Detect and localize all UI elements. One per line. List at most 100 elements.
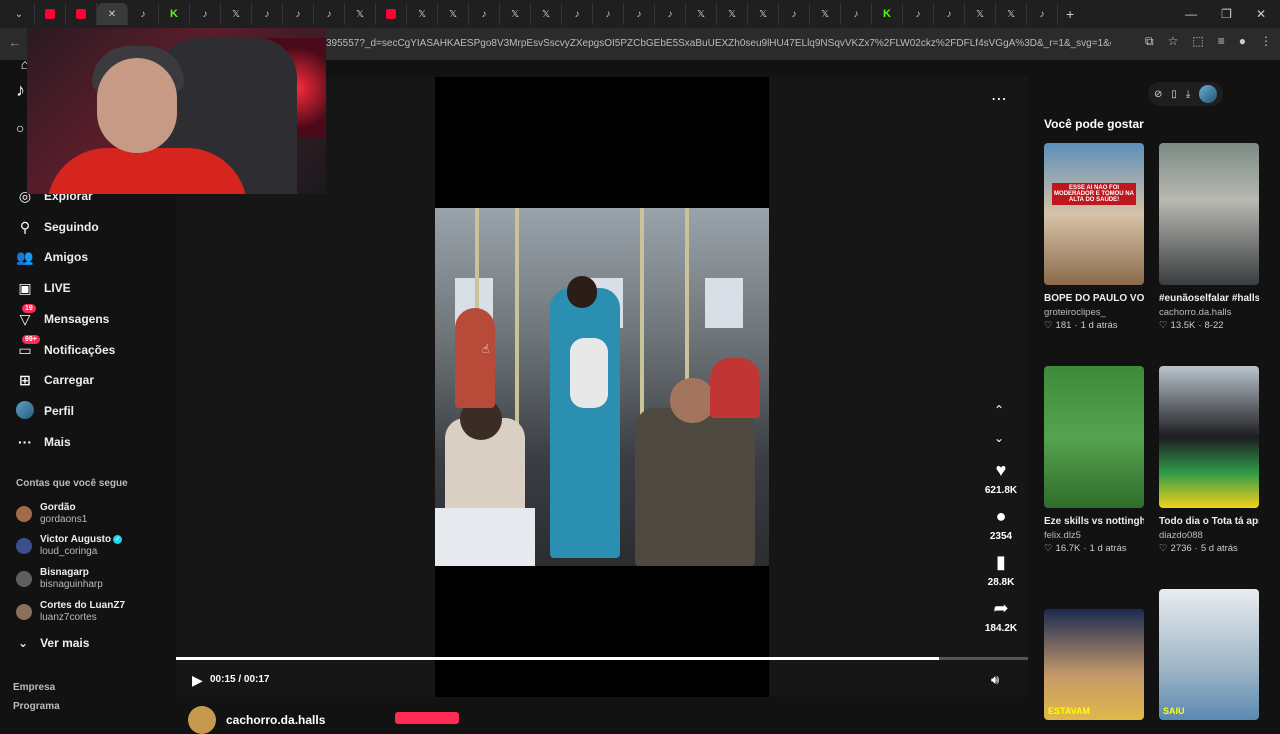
browser-tab[interactable]: ♪ — [593, 3, 624, 25]
bookmark-icon: ▮ — [996, 552, 1006, 572]
browser-tab[interactable]: 𝕏 — [717, 3, 748, 25]
thumbnail[interactable]: ESSE AI NAO FOI MODERADOR E TOMOU NA ALT… — [1044, 143, 1144, 285]
kebab-menu-icon[interactable]: ⋮ — [1260, 34, 1272, 49]
browser-tab[interactable]: ♪ — [283, 3, 314, 25]
sidebar-item-notificacoes[interactable]: ▭ 99+ Notificações — [16, 334, 115, 362]
recommendation-card[interactable]: #eunãoselfalar #halls #trem... cachorro.… — [1159, 143, 1259, 333]
sidebar-item-perfil[interactable]: Perfil — [16, 399, 74, 423]
live-icon: ▣ — [18, 279, 32, 296]
compass-icon[interactable]: ⊘ — [1154, 89, 1162, 100]
sidebar-item-amigos[interactable]: 👥 Amigos — [16, 245, 88, 269]
browser-tab[interactable] — [376, 3, 407, 25]
browser-tab-active[interactable]: ✕ — [97, 3, 128, 25]
close-icon[interactable]: ✕ — [1256, 7, 1266, 21]
recommendation-card[interactable]: Todo dia o Tota tá aprendendo algo e... … — [1159, 366, 1259, 556]
sidebar-item-live[interactable]: ▣ LIVE — [16, 276, 70, 300]
message-badge: 19 — [22, 303, 36, 313]
star-icon[interactable]: ☆ — [1168, 34, 1179, 49]
video-frame[interactable] — [435, 208, 769, 566]
bookmark-button[interactable]: ▮ 28.8K — [981, 552, 1021, 588]
browser-tab[interactable]: ♪ — [252, 3, 283, 25]
extensions-icon[interactable]: ⬚ — [1192, 34, 1203, 49]
thumbnail[interactable] — [1159, 366, 1259, 508]
followed-account[interactable]: Bisnagarp bisnaguinharp — [16, 565, 103, 593]
browser-tab[interactable] — [35, 3, 66, 25]
comment-button[interactable]: ● 2354 — [981, 506, 1021, 542]
browser-tab[interactable]: ♪ — [1027, 3, 1058, 25]
avatar[interactable] — [1199, 85, 1218, 103]
browser-tab[interactable]: 𝕏 — [686, 3, 717, 25]
browser-tab[interactable]: ♪ — [314, 3, 345, 25]
recommendation-card[interactable]: ESTAVAM — [1044, 609, 1144, 720]
browser-tab[interactable]: ♪ — [128, 3, 159, 25]
browser-tab[interactable]: 𝕏 — [438, 3, 469, 25]
followed-account[interactable]: Cortes do LuanZ7 luanz7cortes — [16, 598, 125, 626]
creator-info[interactable]: cachorro.da.halls — [188, 706, 325, 734]
see-more-button[interactable]: ⌄ Ver mais — [18, 636, 89, 650]
thumbnail[interactable]: ESTAVAM — [1044, 609, 1144, 720]
browser-tab[interactable]: 𝕏 — [407, 3, 438, 25]
avatar — [16, 538, 32, 554]
browser-tab[interactable]: K — [872, 3, 903, 25]
browser-tab[interactable]: ♪ — [624, 3, 655, 25]
install-icon[interactable]: ⧉ — [1145, 34, 1154, 49]
like-button[interactable]: ♥ 621.8K — [981, 460, 1021, 496]
play-icon[interactable]: ▶ — [192, 672, 203, 689]
browser-tab[interactable]: 𝕏 — [500, 3, 531, 25]
avatar — [188, 706, 216, 734]
browser-tab[interactable]: 𝕏 — [748, 3, 779, 25]
footer-link-empresa[interactable]: Empresa — [13, 682, 55, 693]
sidebar-item-carregar[interactable]: ⊞ Carregar — [16, 368, 94, 392]
volume-icon[interactable]: 🔊︎ — [991, 672, 999, 688]
url-field[interactable]: 395557?_d=secCgYIASAHKAESPgo8V3MrpEsvSsc… — [326, 34, 1111, 54]
chevron-up-icon[interactable]: ⌃ — [994, 403, 1004, 417]
browser-tab[interactable]: K — [159, 3, 190, 25]
follow-button[interactable] — [395, 712, 459, 724]
footer-link-programa[interactable]: Programa — [13, 701, 60, 712]
browser-tab[interactable]: ♪ — [469, 3, 500, 25]
browser-tab[interactable]: ♪ — [190, 3, 221, 25]
tab-menu[interactable]: ⌄ — [4, 3, 35, 25]
creator-name: cachorro.da.halls — [226, 713, 326, 727]
thumbnail[interactable]: SAIU — [1159, 589, 1259, 720]
phone-icon[interactable]: ▯ — [1171, 89, 1177, 100]
minimize-icon[interactable]: — — [1185, 7, 1197, 21]
share-count: 184.2K — [984, 623, 1018, 634]
profile-icon[interactable]: ● — [1239, 34, 1246, 49]
back-arrow-icon[interactable]: ← — [8, 34, 22, 50]
browser-tab[interactable]: ♪ — [841, 3, 872, 25]
notification-badge: 99+ — [22, 334, 40, 344]
recommendation-card[interactable]: Eze skills vs nottingham forest... felix… — [1044, 366, 1144, 556]
browser-tab[interactable]: 𝕏 — [221, 3, 252, 25]
sidebar-item-seguindo[interactable]: ⚲ Seguindo — [16, 215, 99, 239]
browser-tab[interactable]: ♪ — [562, 3, 593, 25]
tiktok-logo-icon[interactable]: ♪ — [16, 80, 25, 101]
browser-tab[interactable]: ♪ — [655, 3, 686, 25]
sidebar-item-mensagens[interactable]: ▽ 19 Mensagens — [16, 303, 109, 331]
followed-account[interactable]: Gordão gordaons1 — [16, 500, 87, 528]
recommendation-card[interactable]: ESSE AI NAO FOI MODERADOR E TOMOU NA ALT… — [1044, 143, 1144, 333]
browser-tab[interactable]: 𝕏 — [345, 3, 376, 25]
thumbnail[interactable] — [1044, 366, 1144, 508]
browser-tab[interactable]: ♪ — [903, 3, 934, 25]
new-tab-icon[interactable]: + — [1066, 6, 1074, 22]
sidebar-item-mais[interactable]: ··· Mais — [16, 430, 71, 454]
followed-account[interactable]: Victor Augusto ✓ loud_coringa — [16, 532, 123, 560]
restore-icon[interactable]: ❐ — [1221, 7, 1232, 21]
more-options-icon[interactable]: ⋯ — [991, 89, 1007, 109]
chevron-down-icon[interactable]: ⌄ — [994, 431, 1004, 445]
browser-tab[interactable] — [66, 3, 97, 25]
progress-bar[interactable] — [176, 657, 1028, 660]
progress-fill — [176, 657, 939, 660]
browser-tab[interactable]: 𝕏 — [965, 3, 996, 25]
recommendation-card[interactable]: SAIU — [1159, 589, 1259, 720]
share-button[interactable]: ➦ 184.2K — [981, 598, 1021, 634]
browser-tab[interactable]: 𝕏 — [810, 3, 841, 25]
browser-tab[interactable]: 𝕏 — [531, 3, 562, 25]
download-icon[interactable]: ⤓ — [1186, 89, 1190, 100]
browser-tab[interactable]: ♪ — [779, 3, 810, 25]
browser-tab[interactable]: 𝕏 — [996, 3, 1027, 25]
media-icon[interactable]: ≡ — [1218, 34, 1225, 49]
thumbnail[interactable] — [1159, 143, 1259, 285]
browser-tab[interactable]: ♪ — [934, 3, 965, 25]
